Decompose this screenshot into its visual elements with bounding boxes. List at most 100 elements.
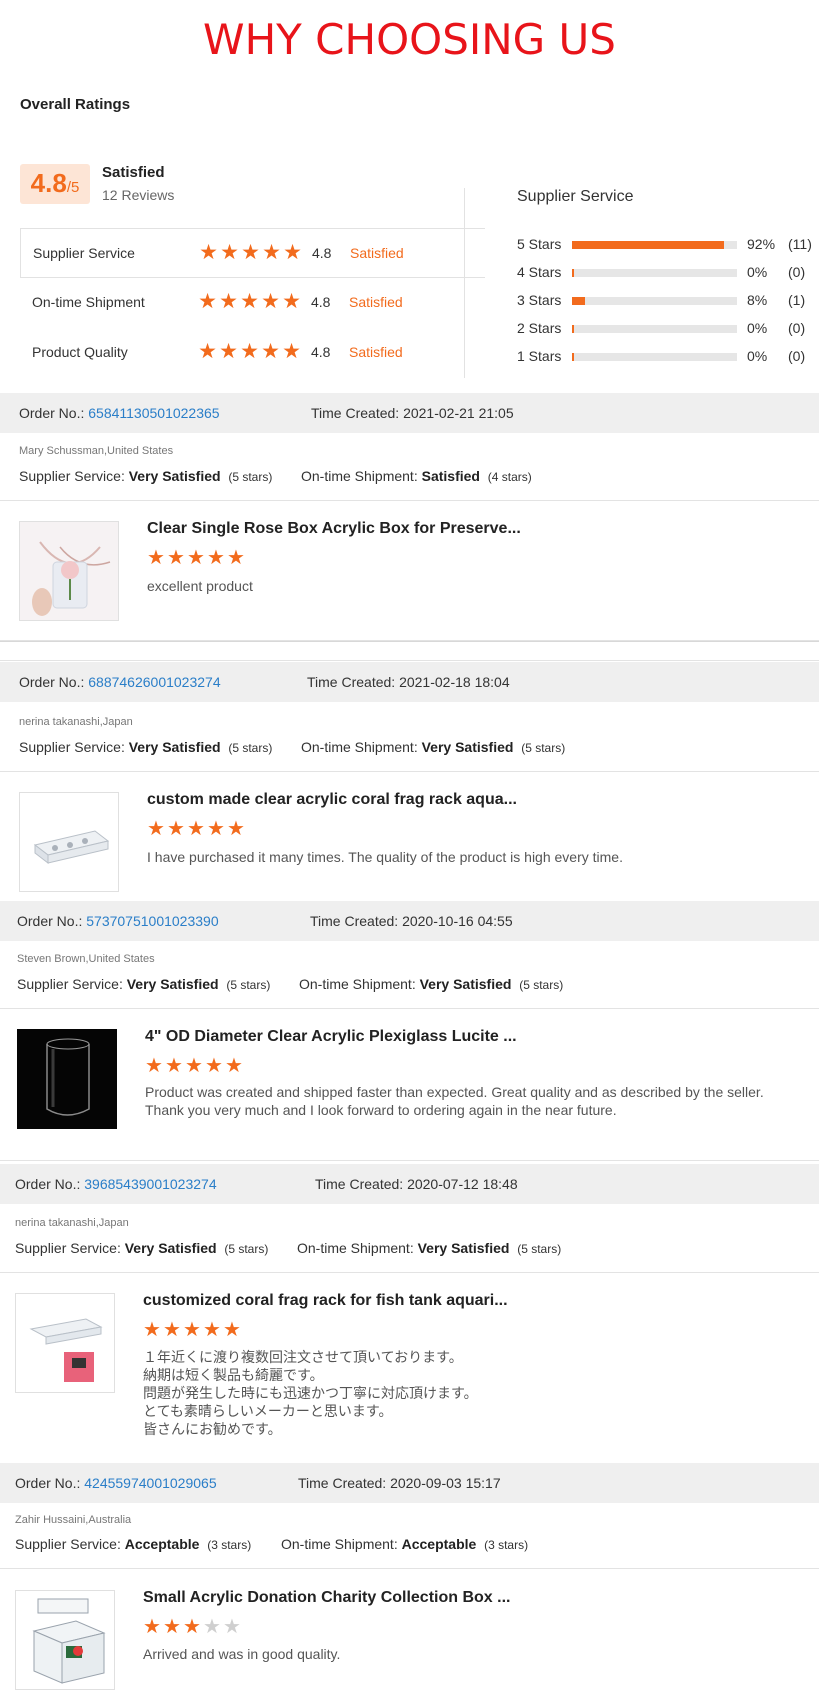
product-thumbnail[interactable] xyxy=(19,792,119,892)
distribution-title: Supplier Service xyxy=(517,188,634,205)
shipment-rating: On-time Shipment: Very Satisfied (5 star… xyxy=(299,976,564,992)
product-thumbnail[interactable] xyxy=(15,1293,115,1393)
star-icon: ★ xyxy=(219,290,238,313)
star-icon: ★ xyxy=(261,290,280,313)
star-icon: ★ xyxy=(283,241,302,264)
star-icon: ★ xyxy=(223,1616,241,1638)
star-icon: ★ xyxy=(223,1319,241,1341)
star-icon: ★ xyxy=(203,1616,221,1638)
star-icon: ★ xyxy=(183,1616,201,1638)
star-icon: ★ xyxy=(240,340,259,363)
star-icon: ★ xyxy=(282,340,301,363)
order-time: 2020-10-16 04:55 xyxy=(402,913,513,929)
order-number-link[interactable]: 42455974001029065 xyxy=(84,1475,216,1491)
buyer-name: Mary Schussman,United States xyxy=(19,445,174,457)
review-text: １年近くに渡り複数回注文させて頂いております。 納期は短く製品も綺麗です。 問題… xyxy=(143,1349,478,1437)
star-icon: ★ xyxy=(241,241,260,264)
star-icon: ★ xyxy=(187,818,205,840)
dist-bar xyxy=(572,269,737,277)
product-title-link[interactable]: customized coral frag rack for fish tank… xyxy=(143,1292,508,1310)
shipment-rating: On-time Shipment: Very Satisfied (5 star… xyxy=(297,1240,562,1256)
star-icon: ★ xyxy=(185,1055,203,1077)
star-icon: ★ xyxy=(262,241,281,264)
star-icon: ★ xyxy=(261,340,280,363)
star-icon: ★ xyxy=(227,547,245,569)
dist-bar xyxy=(572,241,737,249)
star-icon: ★ xyxy=(163,1319,181,1341)
review-stars: ★ ★ ★ ★ ★ xyxy=(146,548,246,569)
star-icon: ★ xyxy=(199,241,218,264)
dist-row-3[interactable]: 3 Stars 8% (1) xyxy=(517,290,817,318)
review-stars: ★ ★ ★ ★ ★ xyxy=(144,1056,244,1077)
star-rating: ★ ★ ★ ★ ★ xyxy=(197,341,302,362)
star-icon: ★ xyxy=(183,1319,201,1341)
dist-row-4[interactable]: 4 Stars 0% (0) xyxy=(517,262,817,290)
review-text: Arrived and was in good quality. xyxy=(143,1646,341,1662)
star-icon: ★ xyxy=(198,290,217,313)
star-icon: ★ xyxy=(147,818,165,840)
star-icon: ★ xyxy=(207,547,225,569)
star-icon: ★ xyxy=(240,290,259,313)
summary-row-quality[interactable]: Product Quality ★ ★ ★ ★ ★ 4.8 Satisfied xyxy=(20,328,485,378)
star-icon: ★ xyxy=(207,818,225,840)
order-time: 2021-02-18 18:04 xyxy=(399,674,510,690)
star-icon: ★ xyxy=(165,1055,183,1077)
review-stars: ★ ★ ★ ★ ★ xyxy=(146,819,246,840)
star-icon: ★ xyxy=(163,1616,181,1638)
dist-bar xyxy=(572,353,737,361)
star-icon: ★ xyxy=(219,340,238,363)
supplier-rating: Supplier Service: Very Satisfied (5 star… xyxy=(19,739,273,755)
product-title-link[interactable]: 4" OD Diameter Clear Acrylic Plexiglass … xyxy=(145,1028,517,1046)
star-icon: ★ xyxy=(143,1319,161,1341)
dist-row-1[interactable]: 1 Stars 0% (0) xyxy=(517,346,817,374)
product-thumbnail[interactable] xyxy=(19,521,119,621)
supplier-rating: Supplier Service: Very Satisfied (5 star… xyxy=(17,976,271,992)
product-thumbnail[interactable] xyxy=(17,1029,117,1129)
star-icon: ★ xyxy=(147,547,165,569)
overall-rows: Supplier Service ★ ★ ★ ★ ★ 4.8 Satisfied On-… xyxy=(20,228,485,378)
order-number-link[interactable]: 65841130501022365 xyxy=(88,405,219,421)
dist-bar xyxy=(572,297,737,305)
banner-title: WHY CHOOSING US xyxy=(203,15,616,64)
summary-row-supplier[interactable]: Supplier Service ★ ★ ★ ★ ★ 4.8 Satisfied xyxy=(20,228,485,278)
star-icon: ★ xyxy=(143,1616,161,1638)
supplier-rating: Supplier Service: Very Satisfied (5 star… xyxy=(15,1240,269,1256)
buyer-name: Steven Brown,United States xyxy=(17,953,155,965)
order-header: Order No.: 39685439001023274 Time Create… xyxy=(0,1164,819,1204)
star-icon: ★ xyxy=(145,1055,163,1077)
divider xyxy=(0,500,819,501)
product-title-link[interactable]: custom made clear acrylic coral frag rac… xyxy=(147,791,517,809)
summary-row-shipment[interactable]: On-time Shipment ★ ★ ★ ★ ★ 4.8 Satisfied xyxy=(20,278,485,328)
product-title-link[interactable]: Clear Single Rose Box Acrylic Box for Pr… xyxy=(147,520,521,538)
banner: WHY CHOOSING US xyxy=(0,0,819,76)
supplier-rating: Supplier Service: Very Satisfied (5 star… xyxy=(19,468,273,484)
star-rating: ★ ★ ★ ★ ★ xyxy=(198,242,303,263)
review-text: excellent product xyxy=(147,578,253,594)
overall-label: Satisfied xyxy=(102,164,165,181)
dist-row-2[interactable]: 2 Stars 0% (0) xyxy=(517,318,817,346)
review-stars: ★ ★ ★ ★ ★ xyxy=(142,1617,242,1638)
review-text: I have purchased it many times. The qual… xyxy=(147,849,623,865)
supplier-rating: Supplier Service: Acceptable (3 stars) xyxy=(15,1536,252,1552)
product-title-link[interactable]: Small Acrylic Donation Charity Collectio… xyxy=(143,1589,510,1607)
star-icon: ★ xyxy=(167,547,185,569)
dist-row-5[interactable]: 5 Stars 92% (11) xyxy=(517,234,817,262)
order-time: 2020-09-03 15:17 xyxy=(390,1475,501,1491)
shipment-rating: On-time Shipment: Very Satisfied (5 star… xyxy=(301,739,566,755)
star-icon: ★ xyxy=(225,1055,243,1077)
buyer-name: Zahir Hussaini,Australia xyxy=(15,1514,132,1526)
star-icon: ★ xyxy=(198,340,217,363)
divider xyxy=(0,1160,819,1161)
review-count: 12 Reviews xyxy=(102,187,175,203)
star-icon: ★ xyxy=(220,241,239,264)
divider xyxy=(0,1008,819,1009)
buyer-name: nerina takanashi,Japan xyxy=(15,1217,129,1229)
order-number-link[interactable]: 57370751001023390 xyxy=(86,913,218,929)
order-number-link[interactable]: 39685439001023274 xyxy=(84,1176,216,1192)
product-thumbnail[interactable] xyxy=(15,1590,115,1690)
buyer-name: nerina takanashi,Japan xyxy=(19,716,133,728)
shipment-rating: On-time Shipment: Acceptable (3 stars) xyxy=(281,1536,529,1552)
order-number-link[interactable]: 68874626001023274 xyxy=(88,674,220,690)
star-icon: ★ xyxy=(187,547,205,569)
order-time: 2021-02-21 21:05 xyxy=(403,405,514,421)
